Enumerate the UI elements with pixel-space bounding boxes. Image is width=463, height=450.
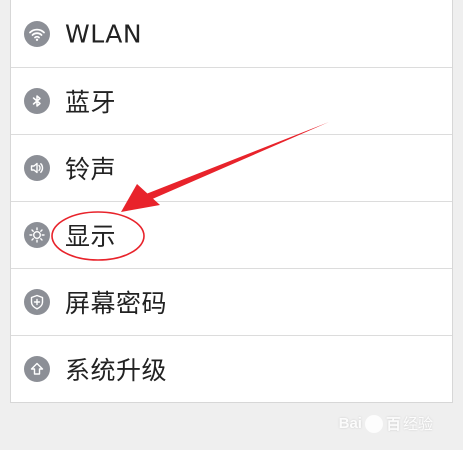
settings-page: WLAN 蓝牙 铃声 显示 屏幕密码 系统升级 Bai 百 经验 bbox=[0, 0, 463, 450]
settings-item-bluetooth[interactable]: 蓝牙 bbox=[11, 67, 452, 134]
paw-logo-icon bbox=[364, 414, 383, 433]
settings-item-system-update[interactable]: 系统升级 bbox=[11, 335, 452, 402]
settings-item-wlan[interactable]: WLAN bbox=[11, 0, 452, 67]
baidu-jingyan-watermark: Bai 百 经验 bbox=[339, 413, 433, 434]
settings-list: WLAN 蓝牙 铃声 显示 屏幕密码 系统升级 bbox=[10, 0, 453, 403]
settings-item-label: 屏幕密码 bbox=[65, 289, 168, 318]
wifi-icon bbox=[24, 20, 50, 47]
settings-item-label: 蓝牙 bbox=[65, 88, 117, 117]
settings-item-label: 显示 bbox=[65, 222, 117, 251]
upgrade-arrow-icon bbox=[24, 356, 50, 382]
brightness-icon bbox=[24, 222, 50, 248]
watermark-suffix: 经验 bbox=[402, 416, 433, 433]
settings-item-label: 铃声 bbox=[65, 155, 117, 184]
watermark-brand-left: Bai bbox=[338, 415, 362, 432]
watermark-brand-right: 百 bbox=[385, 416, 401, 433]
shield-icon bbox=[24, 289, 50, 315]
bluetooth-icon bbox=[24, 88, 50, 114]
settings-item-ringtone[interactable]: 铃声 bbox=[11, 134, 452, 201]
speaker-icon bbox=[24, 155, 50, 181]
settings-item-display[interactable]: 显示 bbox=[11, 201, 452, 268]
settings-item-label: WLAN bbox=[65, 19, 143, 48]
settings-item-screen-lock[interactable]: 屏幕密码 bbox=[11, 268, 452, 335]
settings-item-label: 系统升级 bbox=[65, 356, 168, 385]
